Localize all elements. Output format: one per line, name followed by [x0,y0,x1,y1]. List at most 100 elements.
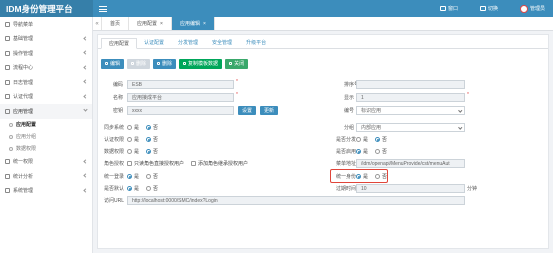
sidebar-item-nav[interactable]: 导航菜单 [0,17,92,32]
menu-url-field[interactable]: /idm/openapi/MenuProvide/cst/menuAut [356,159,465,168]
sidebar-item-basic[interactable]: 基础管理 [0,32,92,47]
menu-toggle-icon[interactable] [99,5,107,12]
radio-label: 否 [153,149,159,155]
expire-field[interactable]: 10 [356,184,465,193]
dist-yes-radio[interactable]: 是 [356,136,368,143]
chevron-icon [83,187,88,193]
inner-tab-app-config[interactable]: 应用配置 [101,38,138,49]
inner-tab-auth-config[interactable]: 认证配置 [137,37,171,48]
radio-icon [127,137,132,142]
secret-field[interactable]: xxxx [127,106,234,115]
sidebar-item-operation[interactable]: 操作管理 [0,46,92,61]
save-button[interactable]: 删除 [127,58,151,69]
refresh-secret-button[interactable]: 更新 [260,106,279,115]
sidebar-item-app[interactable]: 应用管理 [0,104,92,119]
radio-label: 否 [382,137,388,143]
button-label: 复制模板数据 [188,61,219,67]
app-icon [5,108,10,114]
number-select[interactable]: 标识应用 [356,106,465,115]
sidebar-item-label: 应用管理 [13,108,34,115]
radio-label: 否 [153,186,159,192]
unified-login-radios: 是 否 [127,172,165,181]
default-no-radio[interactable]: 否 [146,185,158,192]
close-icon[interactable]: × [203,21,206,27]
window-button[interactable]: 窗口 [439,5,458,12]
inner-tab-security[interactable]: 安全管理 [205,37,239,48]
checkbox-icon [191,161,197,166]
radio-label: 是 [134,149,140,155]
enable-yes-radio[interactable]: 是 [356,148,368,155]
delete-icon [157,62,161,65]
button-label: 设置 [242,108,253,114]
radio-label: 否 [153,137,159,143]
name-field[interactable]: 应用接成平台 [127,93,234,102]
radio-icon [146,174,152,179]
sidebar-item-perm[interactable]: 统一权限 [0,155,92,170]
default-label: 是否默认 [104,186,125,192]
chevron-icon [83,64,88,70]
radio-checked-icon [127,174,132,179]
close-button[interactable]: 关闭 [225,58,249,69]
chevron-icon [83,173,88,178]
role-option-2[interactable]: 添加角色继承授权用户 [191,160,248,167]
sidebar-item-flow[interactable]: 流程中心 [0,61,92,76]
data-perm-no-radio[interactable]: 否 [146,148,158,155]
role-option-1[interactable]: 只读角色直接授权用户 [127,160,184,167]
edit-button[interactable]: 编辑 [101,58,125,69]
url-field[interactable]: http://localhost:0000/SMC/index?Login [127,196,465,205]
close-icon[interactable]: × [160,21,163,27]
delete-button[interactable]: 删除 [153,58,177,69]
menu-icon [5,21,10,27]
sidebar-sub-data-perm[interactable]: 数据权限 [0,143,92,155]
set-secret-button[interactable]: 设置 [238,106,257,115]
auth-no-radio[interactable]: 否 [146,136,158,143]
display-label: 显示 [344,95,355,101]
tab-scroll-left[interactable]: « [93,17,102,30]
sidebar-item-auth[interactable]: 认证代理 [0,90,92,105]
radio-icon [375,149,381,154]
radio-checked-icon [127,186,132,191]
unified-login-label: 统一登录 [104,174,125,180]
radio-icon [146,186,152,191]
sidebar-item-stats[interactable]: 统计分析 [0,169,92,184]
sync-yes-radio[interactable]: 是 [127,124,139,131]
chevron-icon [83,93,88,99]
dist-no-radio[interactable]: 否 [375,136,387,143]
code-field[interactable]: ESB [127,80,234,89]
display-field[interactable]: 1 [356,93,465,102]
radio-label: 否 [153,174,159,180]
sidebar-item-label: 导航菜单 [13,21,34,28]
unified-yes-radio[interactable]: 是 [127,173,139,180]
inner-tab-dist[interactable]: 分发管理 [171,37,205,48]
group-select[interactable]: 内部应用 [356,123,465,132]
default-yes-radio[interactable]: 是 [127,185,139,192]
sync-radios: 是 否 [127,123,165,132]
sync-no-radio[interactable]: 否 [146,124,158,131]
button-label: 更新 [264,108,275,114]
flow-icon [5,65,10,71]
switch-button[interactable]: 切换 [479,5,498,12]
data-perm-yes-radio[interactable]: 是 [127,148,139,155]
tab-home[interactable]: 首页 [102,17,130,30]
sidebar-item-system[interactable]: 系统管理 [0,184,92,199]
tab-app-edit[interactable]: 应用编辑 × [171,17,215,30]
user-menu[interactable]: 管理员 [519,4,545,13]
circle-icon [9,122,13,127]
unified-no-radio[interactable]: 否 [146,173,158,180]
radio-label: 是 [363,149,369,155]
auth-yes-radio[interactable]: 是 [127,136,139,143]
sidebar-item-log[interactable]: 日志管理 [0,75,92,90]
inner-tab-upgrade[interactable]: 升级平台 [239,37,273,48]
sidebar-sub-app-config[interactable]: 应用配置 [0,119,92,131]
button-label: 删除 [162,61,173,67]
data-perm-radios: 是 否 [127,147,165,156]
avatar [519,4,528,13]
data-perm-label: 数据权限 [104,149,125,155]
sidebar-sub-app-group[interactable]: 应用分组 [0,131,92,143]
copy-template-button[interactable]: 复制模板数据 [179,58,223,69]
tab-app-config[interactable]: 应用配置 × [129,17,172,30]
enable-no-radio[interactable]: 否 [375,148,387,155]
sort-field[interactable] [356,80,465,89]
app-title: IDM身份管理平台 [0,0,93,17]
key-icon [5,94,10,100]
